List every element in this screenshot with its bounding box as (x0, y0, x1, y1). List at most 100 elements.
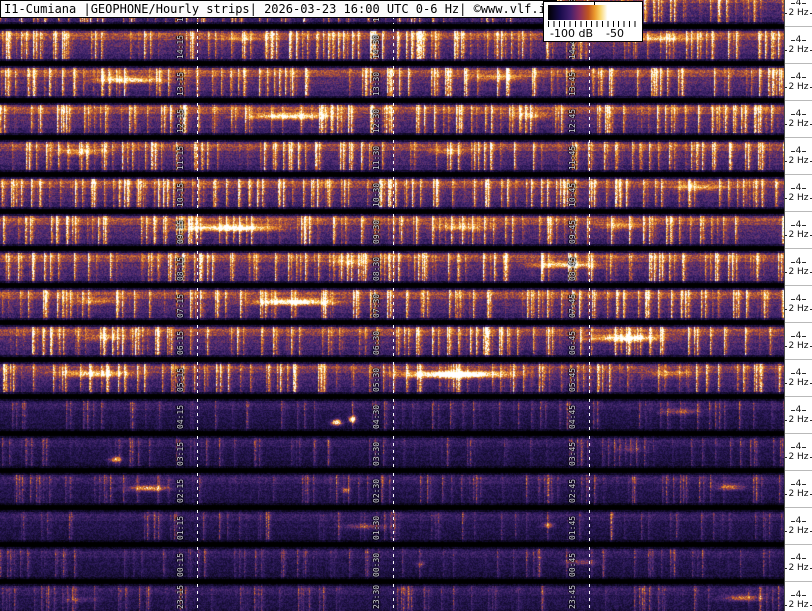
time-label: 08:45 (568, 256, 577, 281)
quarter-hour-gridline (393, 510, 394, 542)
axis-dash-icon (785, 308, 788, 310)
quarter-hour-gridline (589, 214, 590, 246)
axis-dash-icon (802, 594, 807, 596)
time-label: 13:15 (176, 71, 185, 96)
axis-dash-icon (785, 49, 788, 51)
quarter-hour-gridline (197, 177, 198, 209)
axis-dash-icon (790, 372, 795, 374)
freq-tick-label-4hz: 4 (785, 553, 812, 563)
time-label: 09:15 (176, 219, 185, 244)
axis-dash-icon (790, 224, 795, 226)
quarter-hour-gridline (197, 251, 198, 283)
time-label: 09:30 (372, 219, 381, 244)
axis-dash-icon (785, 345, 788, 347)
time-label: 07:45 (568, 293, 577, 318)
strip-separator (785, 581, 812, 582)
quarter-hour-gridline (197, 66, 198, 98)
freq-tick-label-4hz: 4 (785, 220, 812, 230)
freq-tick-text: 4 (795, 590, 802, 600)
axis-dash-icon (790, 483, 795, 485)
quarter-hour-gridline (589, 140, 590, 172)
strip-separator (785, 433, 812, 434)
freq-tick-label-4hz: 4 (785, 0, 812, 8)
freq-tick-text: 4 (795, 294, 802, 304)
axis-dash-icon (790, 187, 795, 189)
quarter-hour-gridline (197, 510, 198, 542)
strip-separator (785, 285, 812, 286)
time-label: 08:30 (372, 256, 381, 281)
freq-tick-text: 4 (795, 72, 802, 82)
freq-tick-text: 2 Hz (788, 489, 809, 499)
frequency-axis: 42 Hz 4 2 Hz 4 2 Hz 4 2 Hz 4 2 Hz 4 2 Hz 4 2 Hz 4 2 Hz… (784, 0, 812, 611)
quarter-hour-gridline (589, 584, 590, 611)
quarter-hour-gridline (197, 214, 198, 246)
freq-tick-text: 2 Hz (788, 119, 809, 129)
time-label: 06:15 (176, 330, 185, 355)
axis-dash-icon (802, 261, 807, 263)
freq-tick-text: 2 Hz (788, 415, 809, 425)
freq-tick-label-4hz: 4 (785, 294, 812, 304)
quarter-hour-gridline (197, 29, 198, 61)
freq-tick-label-4hz: 4 (785, 405, 812, 415)
time-label: 00:15 (176, 552, 185, 577)
freq-tick-label-2hz: 2 Hz (785, 526, 812, 536)
time-label: 04:45 (568, 404, 577, 429)
strip-separator (785, 174, 812, 175)
time-label: 02:15 (176, 478, 185, 503)
freq-tick-label-2hz: 2 Hz (785, 267, 812, 277)
axis-dash-icon (785, 160, 788, 162)
quarter-hour-gridline (393, 288, 394, 320)
freq-tick-label-2hz: 2 Hz (785, 452, 812, 462)
colorbar-gradient (548, 5, 638, 20)
freq-tick-label-2hz: 2 Hz (785, 489, 812, 499)
colorbar-min-label: -100 dB (550, 27, 593, 40)
freq-tick-label-4hz: 4 (785, 183, 812, 193)
title-bar: I1-Cumiana |GEOPHONE/Hourly strips| 2026… (0, 0, 558, 18)
quarter-hour-gridline (393, 436, 394, 468)
freq-tick-text: 2 Hz (788, 452, 809, 462)
freq-tick-label-2hz: 2 Hz (785, 341, 812, 351)
freq-tick-label-4hz: 4 (785, 590, 812, 600)
axis-dash-icon (790, 298, 795, 300)
time-label: 14:30 (372, 34, 381, 59)
strip-separator (785, 507, 812, 508)
quarter-hour-gridline (393, 66, 394, 98)
quarter-hour-gridline (197, 584, 198, 611)
freq-tick-text: 2 Hz (788, 600, 809, 610)
quarter-hour-gridline (197, 325, 198, 357)
time-label: 23:15 (176, 584, 185, 609)
strip-separator (785, 322, 812, 323)
time-label: 05:15 (176, 367, 185, 392)
freq-tick-text: 2 Hz (788, 267, 809, 277)
freq-tick-text: 4 (795, 257, 802, 267)
axis-dash-icon (785, 456, 788, 458)
freq-tick-label-2hz: 2 Hz (785, 8, 812, 18)
freq-tick-label-4hz: 4 (785, 331, 812, 341)
axis-dash-icon (785, 123, 788, 125)
time-label: 04:15 (176, 404, 185, 429)
quarter-hour-gridline (589, 103, 590, 135)
freq-tick-label-2hz: 2 Hz (785, 82, 812, 92)
quarter-hour-gridline (393, 399, 394, 431)
axis-dash-icon (785, 382, 788, 384)
axis-dash-icon (785, 567, 788, 569)
time-label: 00:45 (568, 552, 577, 577)
freq-tick-text: 2 Hz (788, 563, 809, 573)
quarter-hour-gridline (393, 362, 394, 394)
strip-separator (785, 100, 812, 101)
axis-dash-icon (790, 520, 795, 522)
quarter-hour-gridline (589, 251, 590, 283)
time-label: 06:45 (568, 330, 577, 355)
quarter-hour-gridline (589, 66, 590, 98)
freq-tick-label-2hz: 2 Hz (785, 378, 812, 388)
time-label: 03:30 (372, 441, 381, 466)
time-label: 23:30 (372, 584, 381, 609)
time-label: 11:15 (176, 145, 185, 170)
freq-tick-label-2hz: 2 Hz (785, 119, 812, 129)
freq-tick-label-2hz: 2 Hz (785, 156, 812, 166)
time-label: 06:30 (372, 330, 381, 355)
axis-dash-icon (790, 557, 795, 559)
freq-tick-text: 4 (795, 442, 802, 452)
time-label: 10:30 (372, 182, 381, 207)
freq-tick-text: 2 Hz (788, 193, 809, 203)
